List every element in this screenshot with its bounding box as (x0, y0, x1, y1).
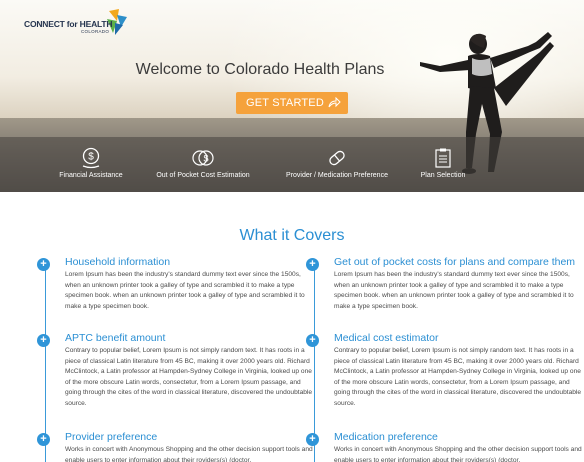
feature-plan-selection[interactable]: Plan Selection (410, 137, 476, 192)
pill-icon (329, 150, 345, 166)
clipboard-icon (435, 148, 451, 168)
feature-label: Financial Assistance (59, 172, 123, 179)
get-started-label: GET STARTED (246, 97, 324, 109)
expand-plus-icon[interactable]: + (306, 258, 319, 271)
feature-financial-assistance[interactable]: $ Financial Assistance (48, 137, 134, 192)
coverage-item-text: Contrary to popular belief, Lorem Ipsum … (334, 347, 582, 407)
coverage-item-text: Contrary to popular belief, Lorem Ipsum … (65, 347, 313, 407)
feature-out-of-pocket[interactable]: $ Out of Pocket Cost Estimation (148, 137, 258, 192)
feature-provider-medication[interactable]: Provider / Medication Preference (278, 137, 396, 192)
coverage-item-title: Medication preference (334, 431, 438, 443)
share-arrow-icon (328, 97, 341, 108)
coverage-item-title: Household information (65, 256, 171, 268)
coverage-item-title: APTC benefit amount (65, 332, 166, 344)
coverage-item-title: Get out of pocket costs for plans and co… (334, 256, 576, 268)
section-title: What it Covers (239, 227, 345, 244)
brand-logo[interactable]: CONNECT for HEALTH COLORADO (24, 7, 134, 41)
coverage-item-text: Lorem Ipsum has been the industry's stan… (65, 271, 305, 310)
svg-text:$: $ (88, 152, 94, 163)
feature-label: Provider / Medication Preference (286, 172, 388, 179)
coverage-item-text: Lorem Ipsum has been the industry's stan… (334, 271, 574, 310)
expand-plus-icon[interactable]: + (37, 433, 50, 446)
feature-bar: $ Financial Assistance $ Out of Pocket C… (0, 137, 584, 192)
timeline-line-left (45, 262, 46, 462)
expand-plus-icon[interactable]: + (306, 433, 319, 446)
logo-subtext: COLORADO (81, 29, 110, 34)
coverage-item-title: Medical cost estimator (334, 332, 439, 344)
feature-label: Plan Selection (420, 172, 466, 179)
expand-plus-icon[interactable]: + (37, 258, 50, 271)
coverage-item-text: Works in concert with Anonymous Shopping… (334, 446, 582, 462)
dollar-hand-icon: $ (82, 147, 100, 169)
coins-icon: $ (192, 150, 214, 166)
logo-text: CONNECT for HEALTH (24, 19, 113, 29)
hero-title: Welcome to Colorado Health Plans (135, 61, 385, 78)
coverage-item-text: Works in concert with Anonymous Shopping… (65, 446, 313, 462)
feature-label: Out of Pocket Cost Estimation (156, 172, 250, 179)
expand-plus-icon[interactable]: + (306, 334, 319, 347)
svg-text:$: $ (203, 154, 208, 164)
hero-banner: CONNECT for HEALTH COLORADO Welcome to C… (0, 0, 584, 192)
coverage-item-title: Provider preference (65, 431, 158, 443)
get-started-button[interactable]: GET STARTED (236, 92, 348, 114)
expand-plus-icon[interactable]: + (37, 334, 50, 347)
